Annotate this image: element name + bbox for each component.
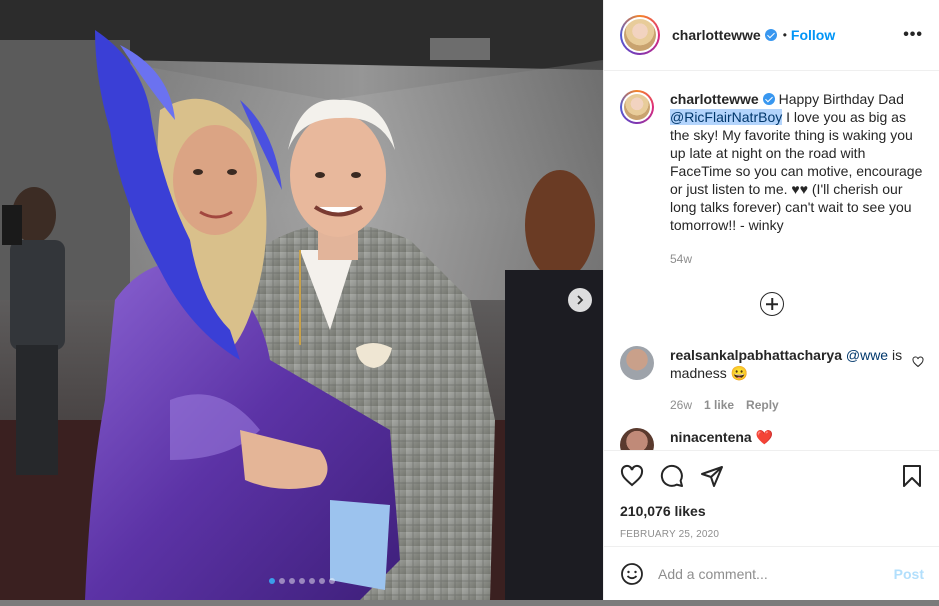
post-comment-button[interactable]: Post <box>894 566 924 582</box>
caption: charlottewwe Happy Birthday Dad @RicFlai… <box>620 90 924 268</box>
comment-username[interactable]: ninacentena <box>670 429 752 445</box>
share-icon[interactable] <box>700 464 724 488</box>
comment-icon[interactable] <box>660 464 684 488</box>
post-header: charlottewwe • Follow ••• <box>604 0 939 71</box>
comment-username[interactable]: realsankalpabhattacharya <box>670 347 842 363</box>
author-avatar[interactable] <box>620 15 660 55</box>
comment-likes[interactable]: 1 like <box>704 396 734 414</box>
carousel-dot <box>278 578 285 584</box>
verified-badge-icon <box>762 93 775 105</box>
commenter-avatar[interactable] <box>620 346 654 380</box>
verified-badge-icon <box>764 29 777 41</box>
comment-item: realsankalpabhattacharya @wwe is madness… <box>620 346 924 414</box>
likes-count[interactable]: 210,076 likes <box>620 503 924 519</box>
post-photo[interactable] <box>0 0 603 600</box>
carousel-indicator <box>0 578 603 584</box>
comment-meta: 26w 1 like Reply <box>670 396 924 414</box>
carousel-dot <box>298 578 305 584</box>
comment-text: ninacentena ❤️ <box>670 428 924 450</box>
carousel-dot <box>328 578 335 584</box>
more-options-icon[interactable]: ••• <box>903 26 923 44</box>
add-comment-bar: Add a comment... Post <box>604 546 939 600</box>
backdrop-edge <box>0 600 939 606</box>
post-side-panel: charlottewwe • Follow ••• charlottewwe H… <box>603 0 939 600</box>
bookmark-icon[interactable] <box>900 464 924 488</box>
action-bar <box>620 461 924 491</box>
load-more-comments-button[interactable] <box>620 292 924 316</box>
post-date[interactable]: February 25, 2020 <box>620 529 924 540</box>
photo-illustration <box>0 0 603 600</box>
comment-like-heart-icon[interactable] <box>912 356 924 368</box>
commenter-avatar[interactable] <box>620 428 654 450</box>
caption-mention-link[interactable]: @RicFlairNatrBoy <box>670 109 783 125</box>
post-actions: 210,076 likes February 25, 2020 <box>604 450 939 546</box>
next-photo-button[interactable] <box>568 288 592 312</box>
comment-timestamp[interactable]: 26w <box>670 396 692 414</box>
add-comment-input[interactable]: Add a comment... <box>658 566 894 582</box>
caption-text: charlottewwe Happy Birthday Dad @RicFlai… <box>670 90 924 268</box>
comment-item: ninacentena ❤️ <box>620 428 924 450</box>
caption-timestamp[interactable]: 54w <box>670 250 924 268</box>
author-username[interactable]: charlottewwe <box>672 27 761 43</box>
follow-button[interactable]: Follow <box>791 27 835 43</box>
chevron-right-icon <box>577 295 584 305</box>
comment-reply-button[interactable]: Reply <box>746 396 779 414</box>
caption-author-avatar[interactable] <box>620 90 654 124</box>
carousel-dot <box>288 578 295 584</box>
instagram-post-modal: charlottewwe • Follow ••• charlottewwe H… <box>0 0 939 606</box>
comment-mention-link[interactable]: @wwe <box>846 347 888 363</box>
carousel-dot <box>308 578 315 584</box>
caption-text-before: Happy Birthday Dad <box>778 91 904 107</box>
comments-scroll-area[interactable]: charlottewwe Happy Birthday Dad @RicFlai… <box>604 72 939 450</box>
emoji-icon[interactable] <box>620 562 644 586</box>
carousel-dot <box>268 578 275 584</box>
comment-body: ❤️ <box>755 429 774 445</box>
caption-username[interactable]: charlottewwe <box>670 91 759 107</box>
heart-icon[interactable] <box>620 464 644 488</box>
carousel-dot <box>318 578 325 584</box>
load-more-comments-icon <box>760 292 784 316</box>
caption-text-after: I love you as big as the sky! My favorit… <box>670 109 923 233</box>
comment-text: realsankalpabhattacharya @wwe is madness… <box>670 346 924 414</box>
separator-bullet: • <box>782 28 787 42</box>
